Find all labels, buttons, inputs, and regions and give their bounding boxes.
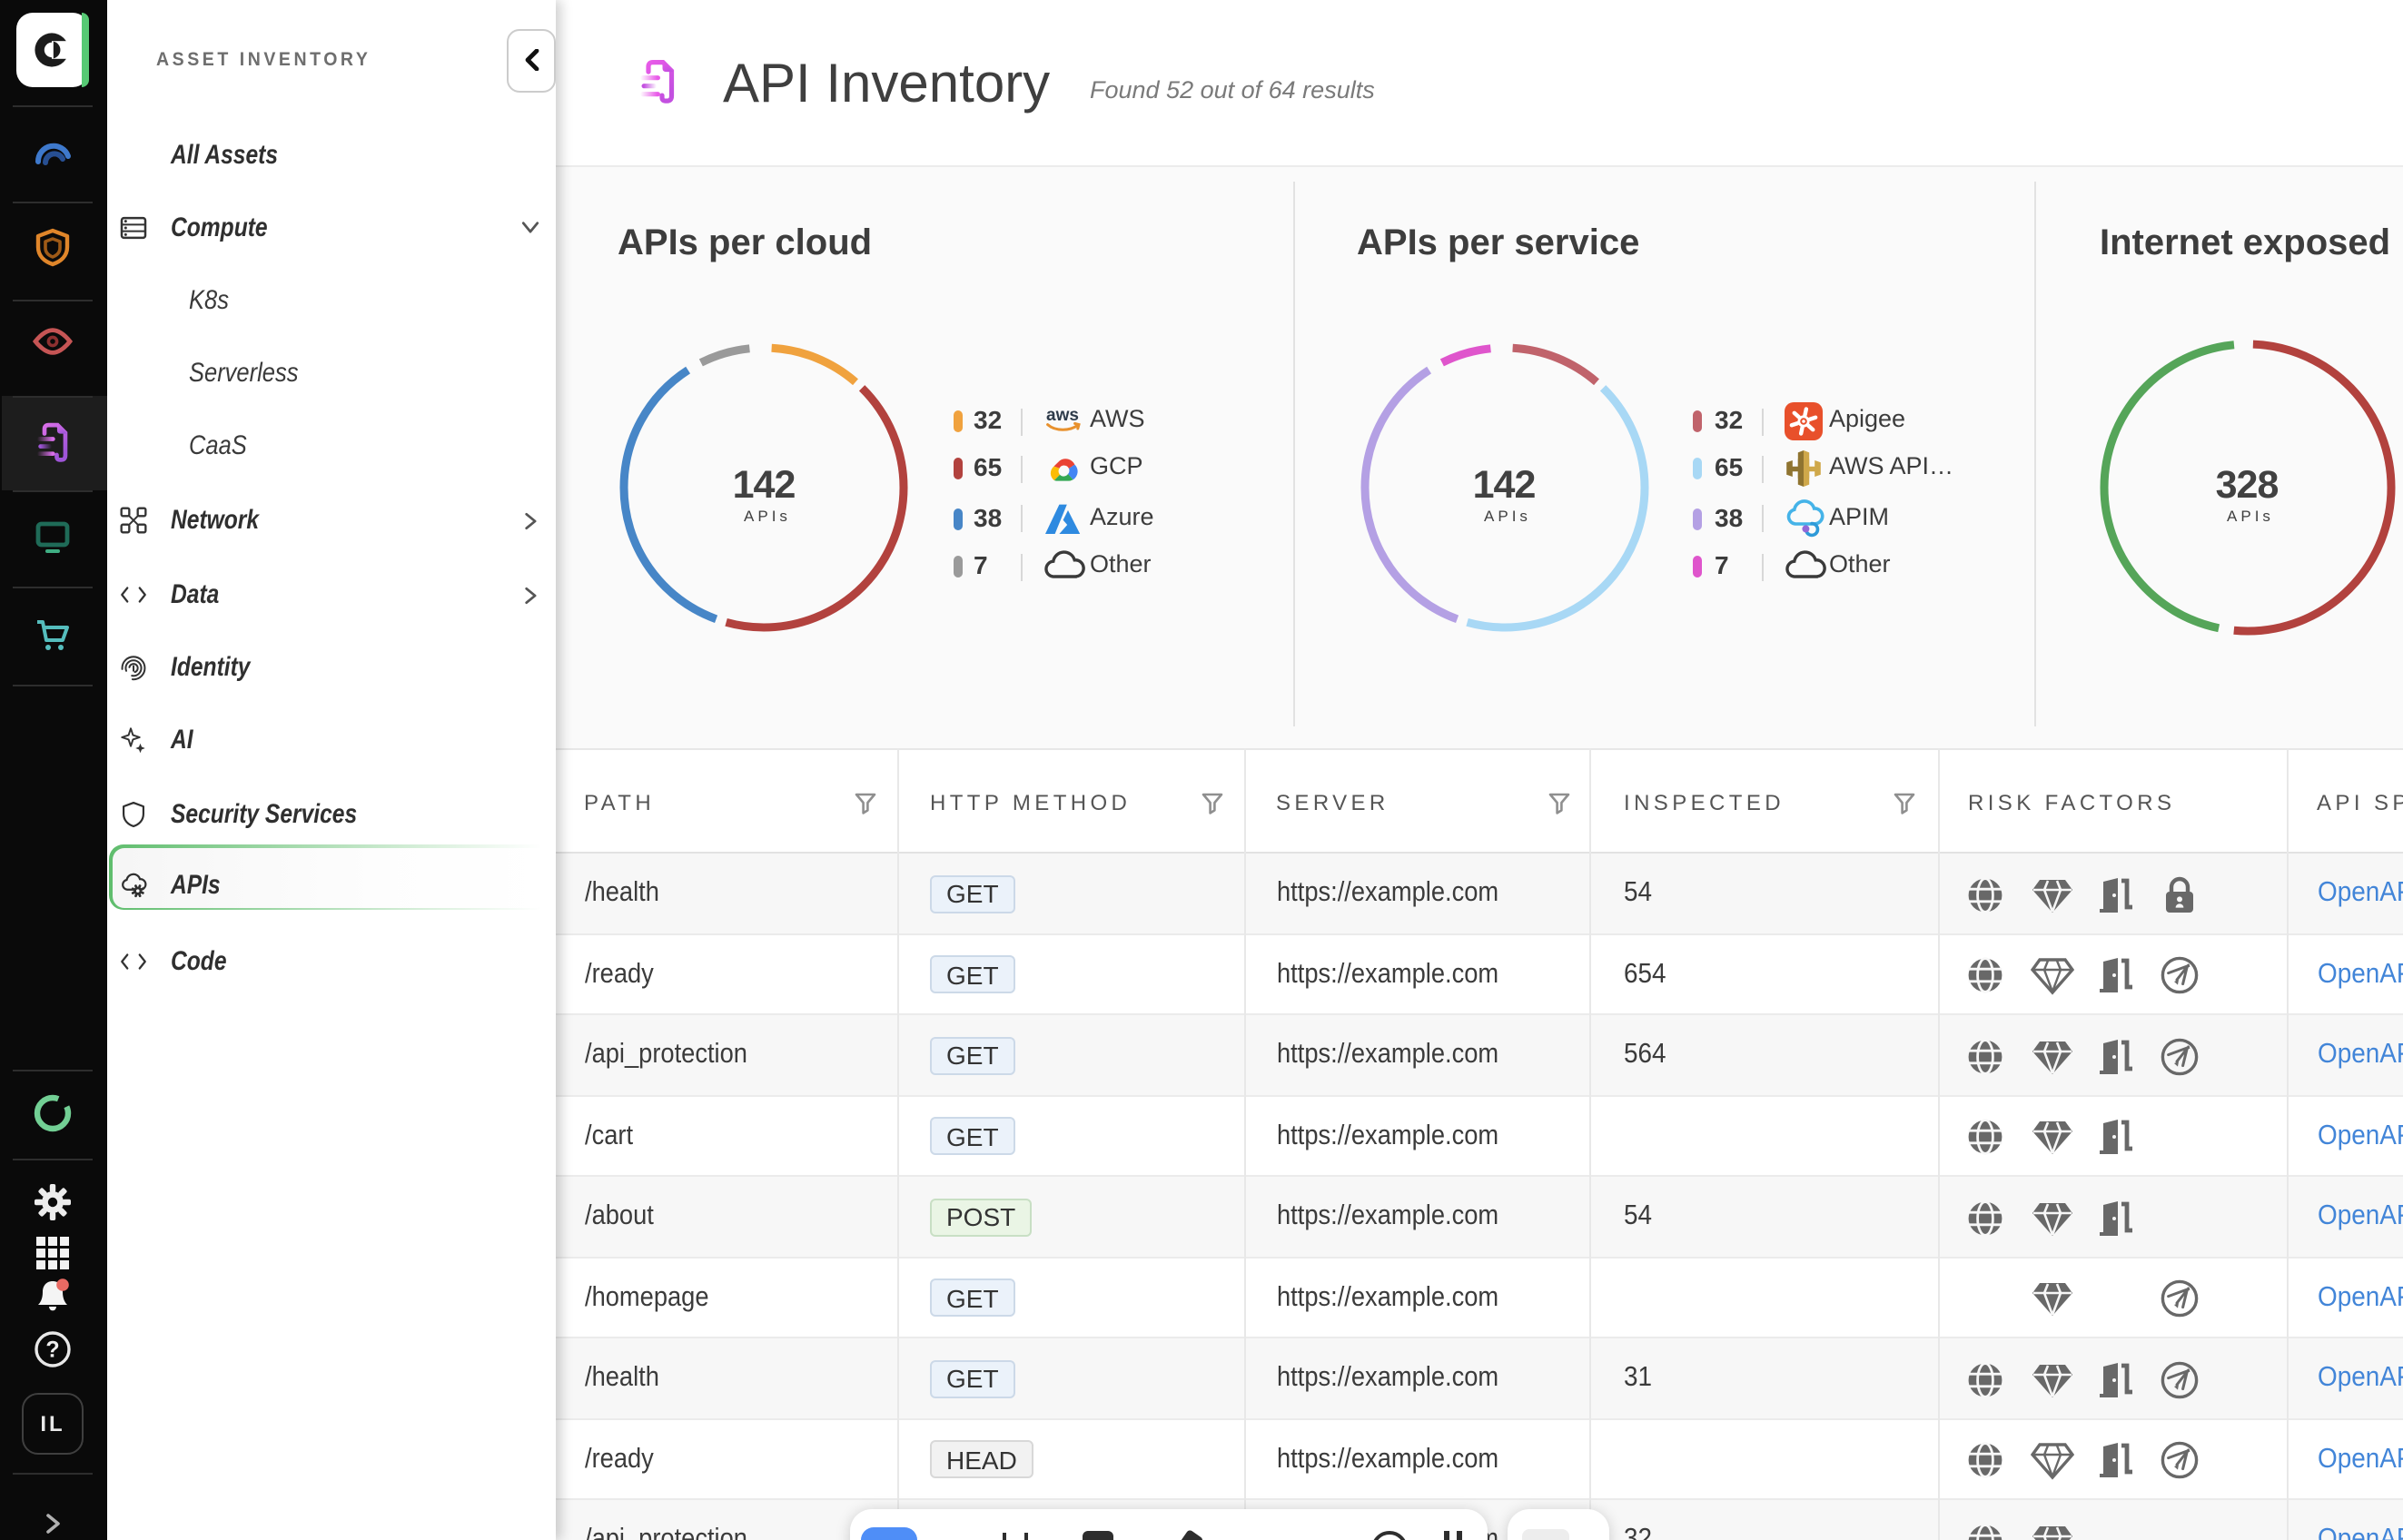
svg-text:aws: aws bbox=[1045, 406, 1078, 425]
svg-text:?: ? bbox=[46, 1336, 60, 1361]
